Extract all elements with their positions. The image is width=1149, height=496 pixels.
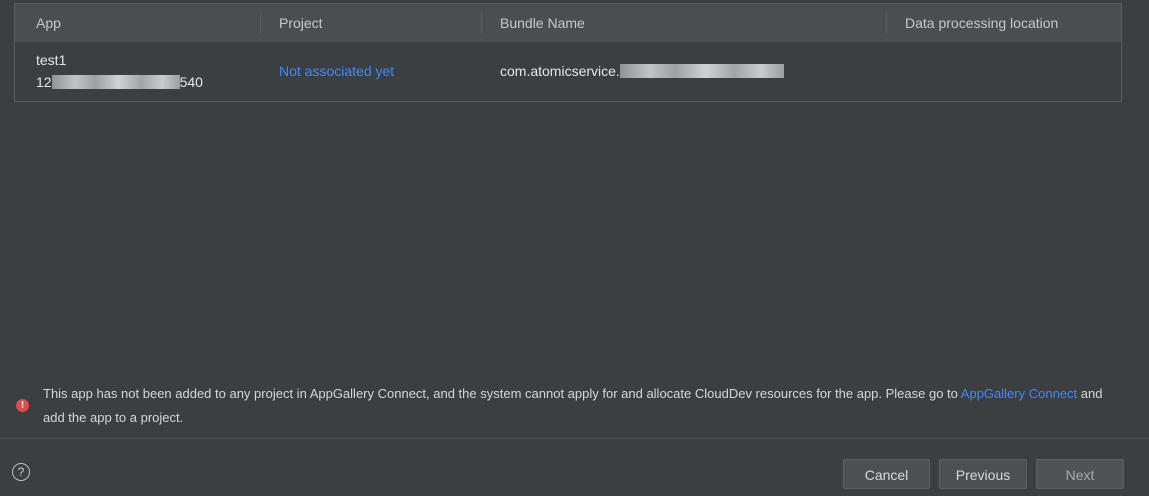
dialog: { "table": { "headers": ["App", "Project… [0, 0, 1149, 496]
next-button[interactable]: Next [1036, 459, 1124, 489]
app-id-suffix: 540 [179, 74, 203, 90]
error-icon: ! [16, 399, 29, 412]
error-message-text: This app has not been added to any proje… [43, 382, 1123, 430]
previous-button[interactable]: Previous [939, 459, 1027, 489]
project-link[interactable]: Not associated yet [279, 63, 394, 79]
app-name: test1 [36, 52, 67, 68]
redacted-app-id [51, 75, 180, 89]
column-header-bundle-name: Bundle Name [500, 15, 585, 31]
column-separator [260, 12, 261, 34]
column-header-app: App [36, 15, 61, 31]
column-header-project: Project [279, 15, 323, 31]
bundle-name: com.atomicservice. [500, 63, 784, 79]
footer-divider [0, 438, 1149, 439]
message-text-part1: This app has not been added to any proje… [43, 386, 961, 401]
table-header: App Project Bundle Name Data processing … [15, 4, 1121, 42]
cancel-button[interactable]: Cancel [843, 459, 930, 489]
column-separator [481, 12, 482, 34]
bundle-name-prefix: com.atomicservice. [500, 63, 620, 79]
app-id: 12 540 [36, 74, 203, 90]
app-id-prefix: 12 [36, 74, 52, 90]
column-header-data-location: Data processing location [905, 15, 1059, 31]
help-icon[interactable]: ? [12, 463, 30, 481]
appgallery-connect-link[interactable]: AppGallery Connect [961, 386, 1077, 401]
apps-table: App Project Bundle Name Data processing … [14, 3, 1122, 102]
redacted-bundle-name [619, 64, 784, 78]
column-separator [886, 12, 887, 34]
